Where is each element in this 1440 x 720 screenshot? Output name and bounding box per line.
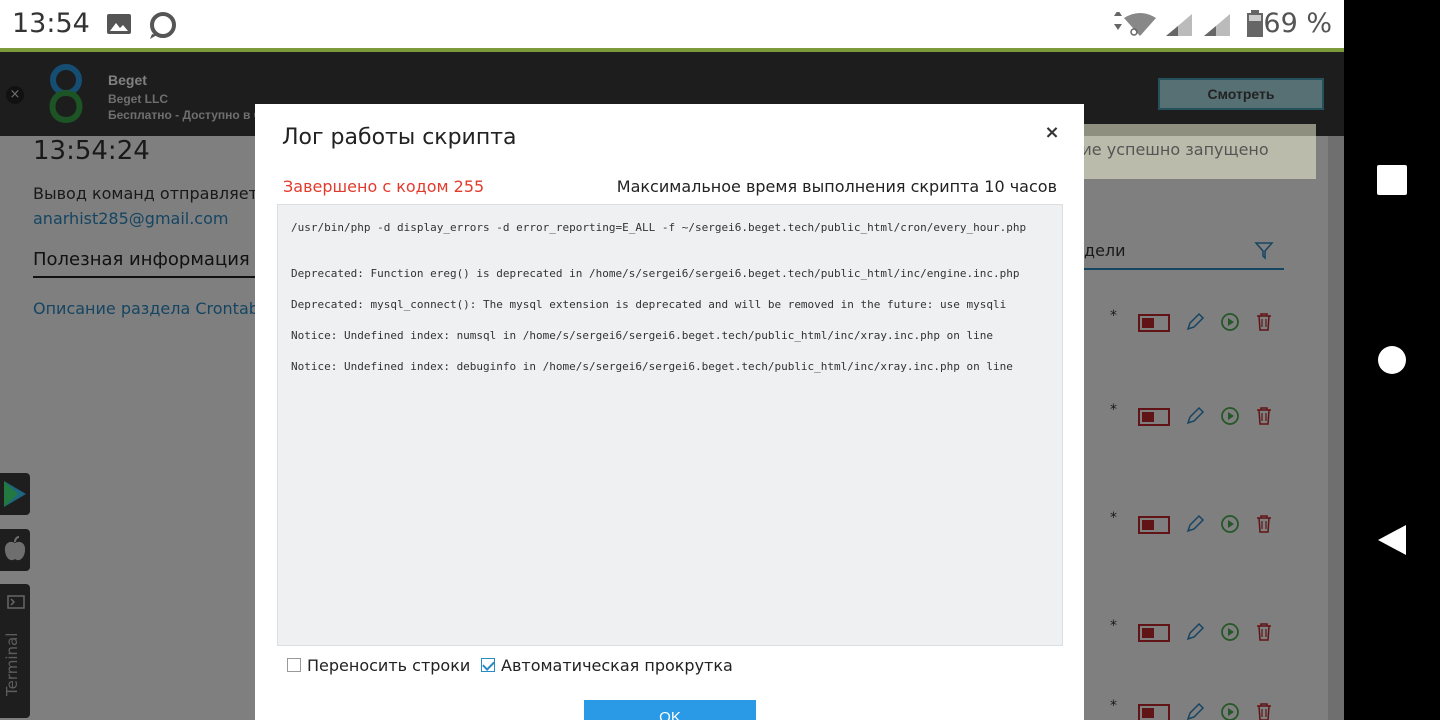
script-log-dialog: Лог работы скрипта × Завершено с кодом 2…: [255, 104, 1084, 720]
log-line: Deprecated: Function ereg() is deprecate…: [291, 267, 1020, 280]
dialog-title: Лог работы скрипта: [282, 125, 517, 150]
wifi-icon: [1110, 10, 1160, 42]
log-line: Notice: Undefined index: numsql in /home…: [291, 329, 993, 342]
recents-button-icon[interactable]: [1374, 162, 1410, 198]
signal-sim1-icon: [1164, 12, 1194, 42]
exit-status: Завершено с кодом 255: [283, 177, 485, 196]
close-icon[interactable]: ×: [1043, 122, 1061, 143]
ok-button[interactable]: OK: [584, 700, 756, 720]
wrap-lines-checkbox[interactable]: Переносить строки: [287, 656, 471, 678]
status-bar: 13:54 69 %: [0, 0, 1344, 48]
log-line: /usr/bin/php -d display_errors -d error_…: [291, 221, 1027, 234]
back-button-icon[interactable]: [1374, 522, 1410, 558]
signal-sim2-icon: [1202, 12, 1232, 42]
status-time: 13:54: [12, 8, 90, 39]
autoscroll-box[interactable]: [481, 658, 495, 672]
wrap-lines-box[interactable]: [287, 658, 301, 672]
android-nav-bar: [1344, 0, 1440, 720]
battery-icon: [1246, 10, 1264, 42]
log-output[interactable]: /usr/bin/php -d display_errors -d error_…: [277, 204, 1063, 646]
log-line: Deprecated: mysql_connect(): The mysql e…: [291, 298, 1007, 311]
browser-viewport: × Beget Beget LLC Бесплатно - Доступно в…: [0, 48, 1344, 720]
chat-bubble-icon: [146, 12, 180, 44]
log-line: Notice: Undefined index: debuginfo in /h…: [291, 360, 1013, 373]
max-execution-time: Максимальное время выполнения скрипта 10…: [616, 177, 1057, 196]
autoscroll-label: Автоматическая прокрутка: [501, 656, 733, 675]
battery-percent: 69 %: [1263, 8, 1332, 39]
autoscroll-checkbox[interactable]: Автоматическая прокрутка: [481, 656, 733, 678]
wrap-lines-label: Переносить строки: [307, 656, 471, 675]
gallery-icon: [106, 12, 132, 40]
home-button-icon[interactable]: [1374, 342, 1410, 378]
